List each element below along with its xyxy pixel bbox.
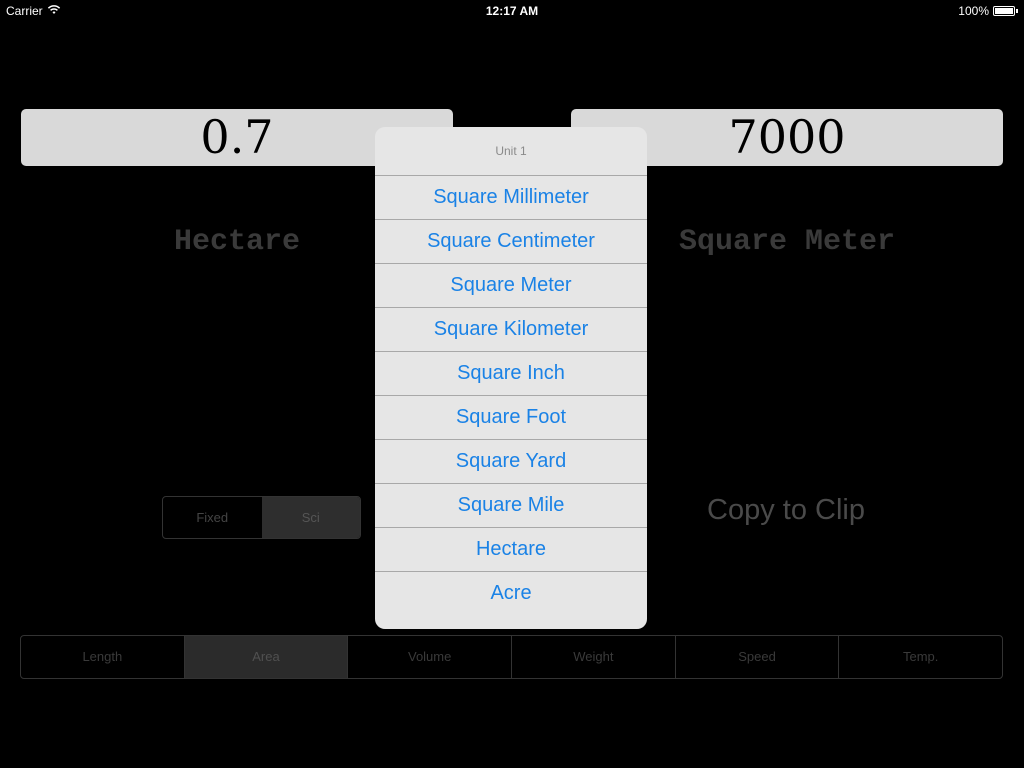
battery-tip <box>1016 9 1018 13</box>
status-bar: Carrier 12:17 AM 100% <box>0 0 1024 20</box>
unit-option-square-mile[interactable]: Square Mile <box>375 484 647 528</box>
unit-picker-popover: Unit 1 Square Millimeter Square Centimet… <box>375 127 647 629</box>
unit-option-square-foot[interactable]: Square Foot <box>375 396 647 440</box>
unit-option-square-kilometer[interactable]: Square Kilometer <box>375 308 647 352</box>
battery-percent: 100% <box>958 4 989 18</box>
format-sci-option[interactable]: Sci <box>261 497 360 538</box>
popover-title: Unit 1 <box>375 127 647 176</box>
tab-temp[interactable]: Temp. <box>839 636 1002 678</box>
tab-length[interactable]: Length <box>21 636 185 678</box>
copy-to-clip-button[interactable]: Copy to Clip <box>640 488 932 532</box>
tab-area[interactable]: Area <box>184 636 349 678</box>
unit-option-square-yard[interactable]: Square Yard <box>375 440 647 484</box>
unit-option-square-inch[interactable]: Square Inch <box>375 352 647 396</box>
format-fixed-option[interactable]: Fixed <box>163 497 262 538</box>
tab-speed[interactable]: Speed <box>676 636 840 678</box>
battery-icon <box>993 6 1015 16</box>
status-time: 12:17 AM <box>485 4 539 18</box>
unit-option-square-meter[interactable]: Square Meter <box>375 264 647 308</box>
unit-option-square-centimeter[interactable]: Square Centimeter <box>375 220 647 264</box>
format-segmented-control: Fixed Sci <box>162 496 361 539</box>
unit-option-hectare[interactable]: Hectare <box>375 528 647 572</box>
tab-weight[interactable]: Weight <box>512 636 676 678</box>
status-right: 100% <box>958 4 1018 18</box>
unit-option-acre[interactable]: Acre <box>375 572 647 615</box>
category-segmented-control: Length Area Volume Weight Speed Temp. <box>20 635 1003 679</box>
tab-volume[interactable]: Volume <box>348 636 513 678</box>
unit-option-square-millimeter[interactable]: Square Millimeter <box>375 176 647 220</box>
